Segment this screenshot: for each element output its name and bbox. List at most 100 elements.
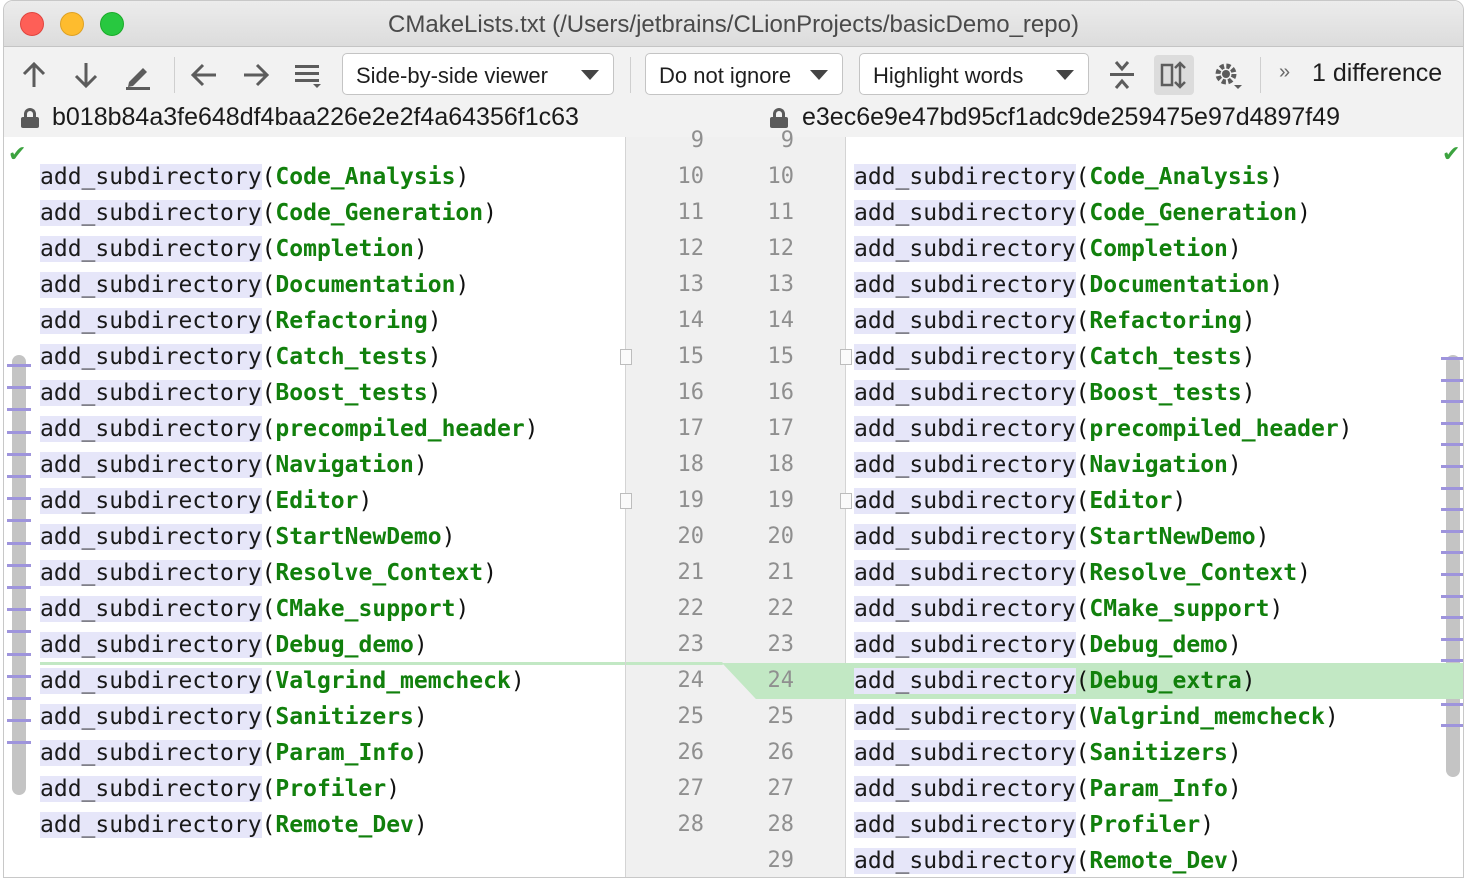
left-line-number: 23 [664, 627, 704, 663]
open-paren: ( [1076, 164, 1090, 190]
chevron-double-right-icon[interactable]: » [1279, 61, 1290, 84]
right-code-line[interactable]: add_subdirectory(Catch_tests) [854, 339, 1256, 375]
right-line-number: 28 [754, 807, 794, 843]
function-name: add_subdirectory [854, 272, 1076, 298]
right-editor-pane[interactable]: ✔ add_subdirectory(Code_Analysis)add_sub… [846, 137, 1464, 878]
function-name: add_subdirectory [854, 416, 1076, 442]
left-code-line[interactable]: add_subdirectory(Completion) [40, 231, 428, 267]
right-code-line[interactable]: add_subdirectory(Documentation) [854, 267, 1283, 303]
right-line-number: 20 [754, 519, 794, 555]
fold-marker-icon[interactable] [620, 493, 632, 509]
left-code-line[interactable]: add_subdirectory(Editor) [40, 483, 372, 519]
right-code-line[interactable]: add_subdirectory(Resolve_Context) [854, 555, 1311, 591]
right-code-line[interactable]: add_subdirectory(Code_Generation) [854, 195, 1311, 231]
left-code-line[interactable]: add_subdirectory(Param_Info) [40, 735, 428, 771]
gear-icon[interactable] [1207, 55, 1247, 95]
open-paren: ( [262, 812, 276, 838]
collapse-icon[interactable] [1102, 55, 1142, 95]
right-code-line[interactable]: add_subdirectory(Param_Info) [854, 771, 1242, 807]
right-code-line[interactable]: add_subdirectory(Debug_demo) [854, 627, 1242, 663]
function-name: add_subdirectory [854, 704, 1076, 730]
argument: Catch_tests [275, 344, 427, 370]
left-line-number: 12 [664, 231, 704, 267]
lock-icon [21, 108, 39, 128]
arrow-left-icon[interactable] [184, 55, 224, 95]
left-line-number: 13 [664, 267, 704, 303]
ignore-mode-select[interactable]: Do not ignore [645, 53, 843, 95]
close-paren: ) [1228, 452, 1242, 478]
left-code-line[interactable]: add_subdirectory(CMake_support) [40, 591, 469, 627]
scrollbar-change-marker [7, 453, 31, 456]
right-code-line[interactable]: add_subdirectory(Refactoring) [854, 303, 1256, 339]
arrow-up-icon[interactable] [14, 55, 54, 95]
left-line-number: 22 [664, 591, 704, 627]
argument: Navigation [275, 452, 413, 478]
scrollbar-change-marker [1441, 638, 1464, 641]
sync-scroll-icon[interactable] [1154, 55, 1194, 95]
argument: Remote_Dev [1089, 848, 1227, 874]
argument: Valgrind_memcheck [1089, 704, 1324, 730]
close-paren: ) [1269, 596, 1283, 622]
left-code-line[interactable]: add_subdirectory(Sanitizers) [40, 699, 428, 735]
scrollbar-change-marker [7, 386, 31, 389]
left-code-line[interactable]: add_subdirectory(precompiled_header) [40, 411, 539, 447]
left-line-number: 18 [664, 447, 704, 483]
left-code-line[interactable]: add_subdirectory(Valgrind_memcheck) [40, 663, 525, 699]
right-code-line[interactable]: add_subdirectory(Completion) [854, 231, 1242, 267]
left-code-line[interactable]: add_subdirectory(Boost_tests) [40, 375, 442, 411]
right-code-line[interactable]: add_subdirectory(precompiled_header) [854, 411, 1353, 447]
scrollbar-change-marker [1441, 616, 1464, 619]
list-icon[interactable] [288, 55, 328, 95]
right-code-line[interactable]: add_subdirectory(StartNewDemo) [854, 519, 1269, 555]
right-code-line[interactable]: add_subdirectory(Valgrind_memcheck) [854, 699, 1339, 735]
right-line-number: 21 [754, 555, 794, 591]
right-code-line[interactable]: add_subdirectory(CMake_support) [854, 591, 1283, 627]
right-code-line[interactable]: add_subdirectory(Remote_Dev) [854, 843, 1242, 878]
arrow-right-icon[interactable] [236, 55, 276, 95]
left-code-line[interactable]: add_subdirectory(Resolve_Context) [40, 555, 497, 591]
viewer-mode-select[interactable]: Side-by-side viewer [342, 53, 614, 95]
right-code-line[interactable]: add_subdirectory(Sanitizers) [854, 735, 1242, 771]
edit-icon[interactable] [118, 55, 158, 95]
left-code-line[interactable]: add_subdirectory(Debug_demo) [40, 627, 428, 663]
left-code-line[interactable]: add_subdirectory(Code_Analysis) [40, 159, 469, 195]
left-code-line[interactable]: add_subdirectory(Profiler) [40, 771, 400, 807]
function-name: add_subdirectory [40, 308, 262, 334]
left-scrollbar[interactable] [12, 355, 26, 795]
argument: Param_Info [1089, 776, 1227, 802]
left-editor-pane[interactable]: ✔ add_subdirectory(Code_Analysis)add_sub… [4, 137, 625, 878]
open-paren: ( [262, 560, 276, 586]
scrollbar-change-marker [7, 564, 31, 567]
left-code-line[interactable]: add_subdirectory(Remote_Dev) [40, 807, 428, 843]
diff-toolbar: Side-by-side viewer Do not ignore Highli… [4, 47, 1463, 101]
fold-marker-icon[interactable] [620, 349, 632, 365]
right-code-line[interactable]: add_subdirectory(Profiler) [854, 807, 1214, 843]
argument: Code_Generation [275, 200, 483, 226]
toolbar-separator [174, 57, 175, 93]
open-paren: ( [1076, 740, 1090, 766]
right-code-line[interactable]: add_subdirectory(Navigation) [854, 447, 1242, 483]
left-code-line[interactable]: add_subdirectory(Catch_tests) [40, 339, 442, 375]
open-paren: ( [1076, 416, 1090, 442]
argument: Catch_tests [1089, 344, 1241, 370]
left-code-line[interactable]: add_subdirectory(Code_Generation) [40, 195, 497, 231]
right-line-number: 19 [754, 483, 794, 519]
right-code-line[interactable]: add_subdirectory(Boost_tests) [854, 375, 1256, 411]
argument: Boost_tests [275, 380, 427, 406]
right-code-line[interactable]: add_subdirectory(Code_Analysis) [854, 159, 1283, 195]
close-paren: ) [359, 488, 373, 514]
right-code-line[interactable]: add_subdirectory(Editor) [854, 483, 1186, 519]
right-scrollbar[interactable] [1446, 355, 1460, 777]
left-code-line[interactable]: add_subdirectory(StartNewDemo) [40, 519, 455, 555]
left-code-line[interactable]: add_subdirectory(Navigation) [40, 447, 428, 483]
scrollbar-change-marker [7, 497, 31, 500]
left-code-line[interactable]: add_subdirectory(Documentation) [40, 267, 469, 303]
argument: Debug_demo [1089, 632, 1227, 658]
open-paren: ( [1076, 704, 1090, 730]
arrow-down-icon[interactable] [66, 55, 106, 95]
highlight-mode-select[interactable]: Highlight words [859, 53, 1089, 95]
left-code-line[interactable]: add_subdirectory(Refactoring) [40, 303, 442, 339]
argument: Profiler [1089, 812, 1200, 838]
close-paren: ) [428, 308, 442, 334]
right-code-line-inserted[interactable]: add_subdirectory(Debug_extra) [846, 663, 1464, 699]
